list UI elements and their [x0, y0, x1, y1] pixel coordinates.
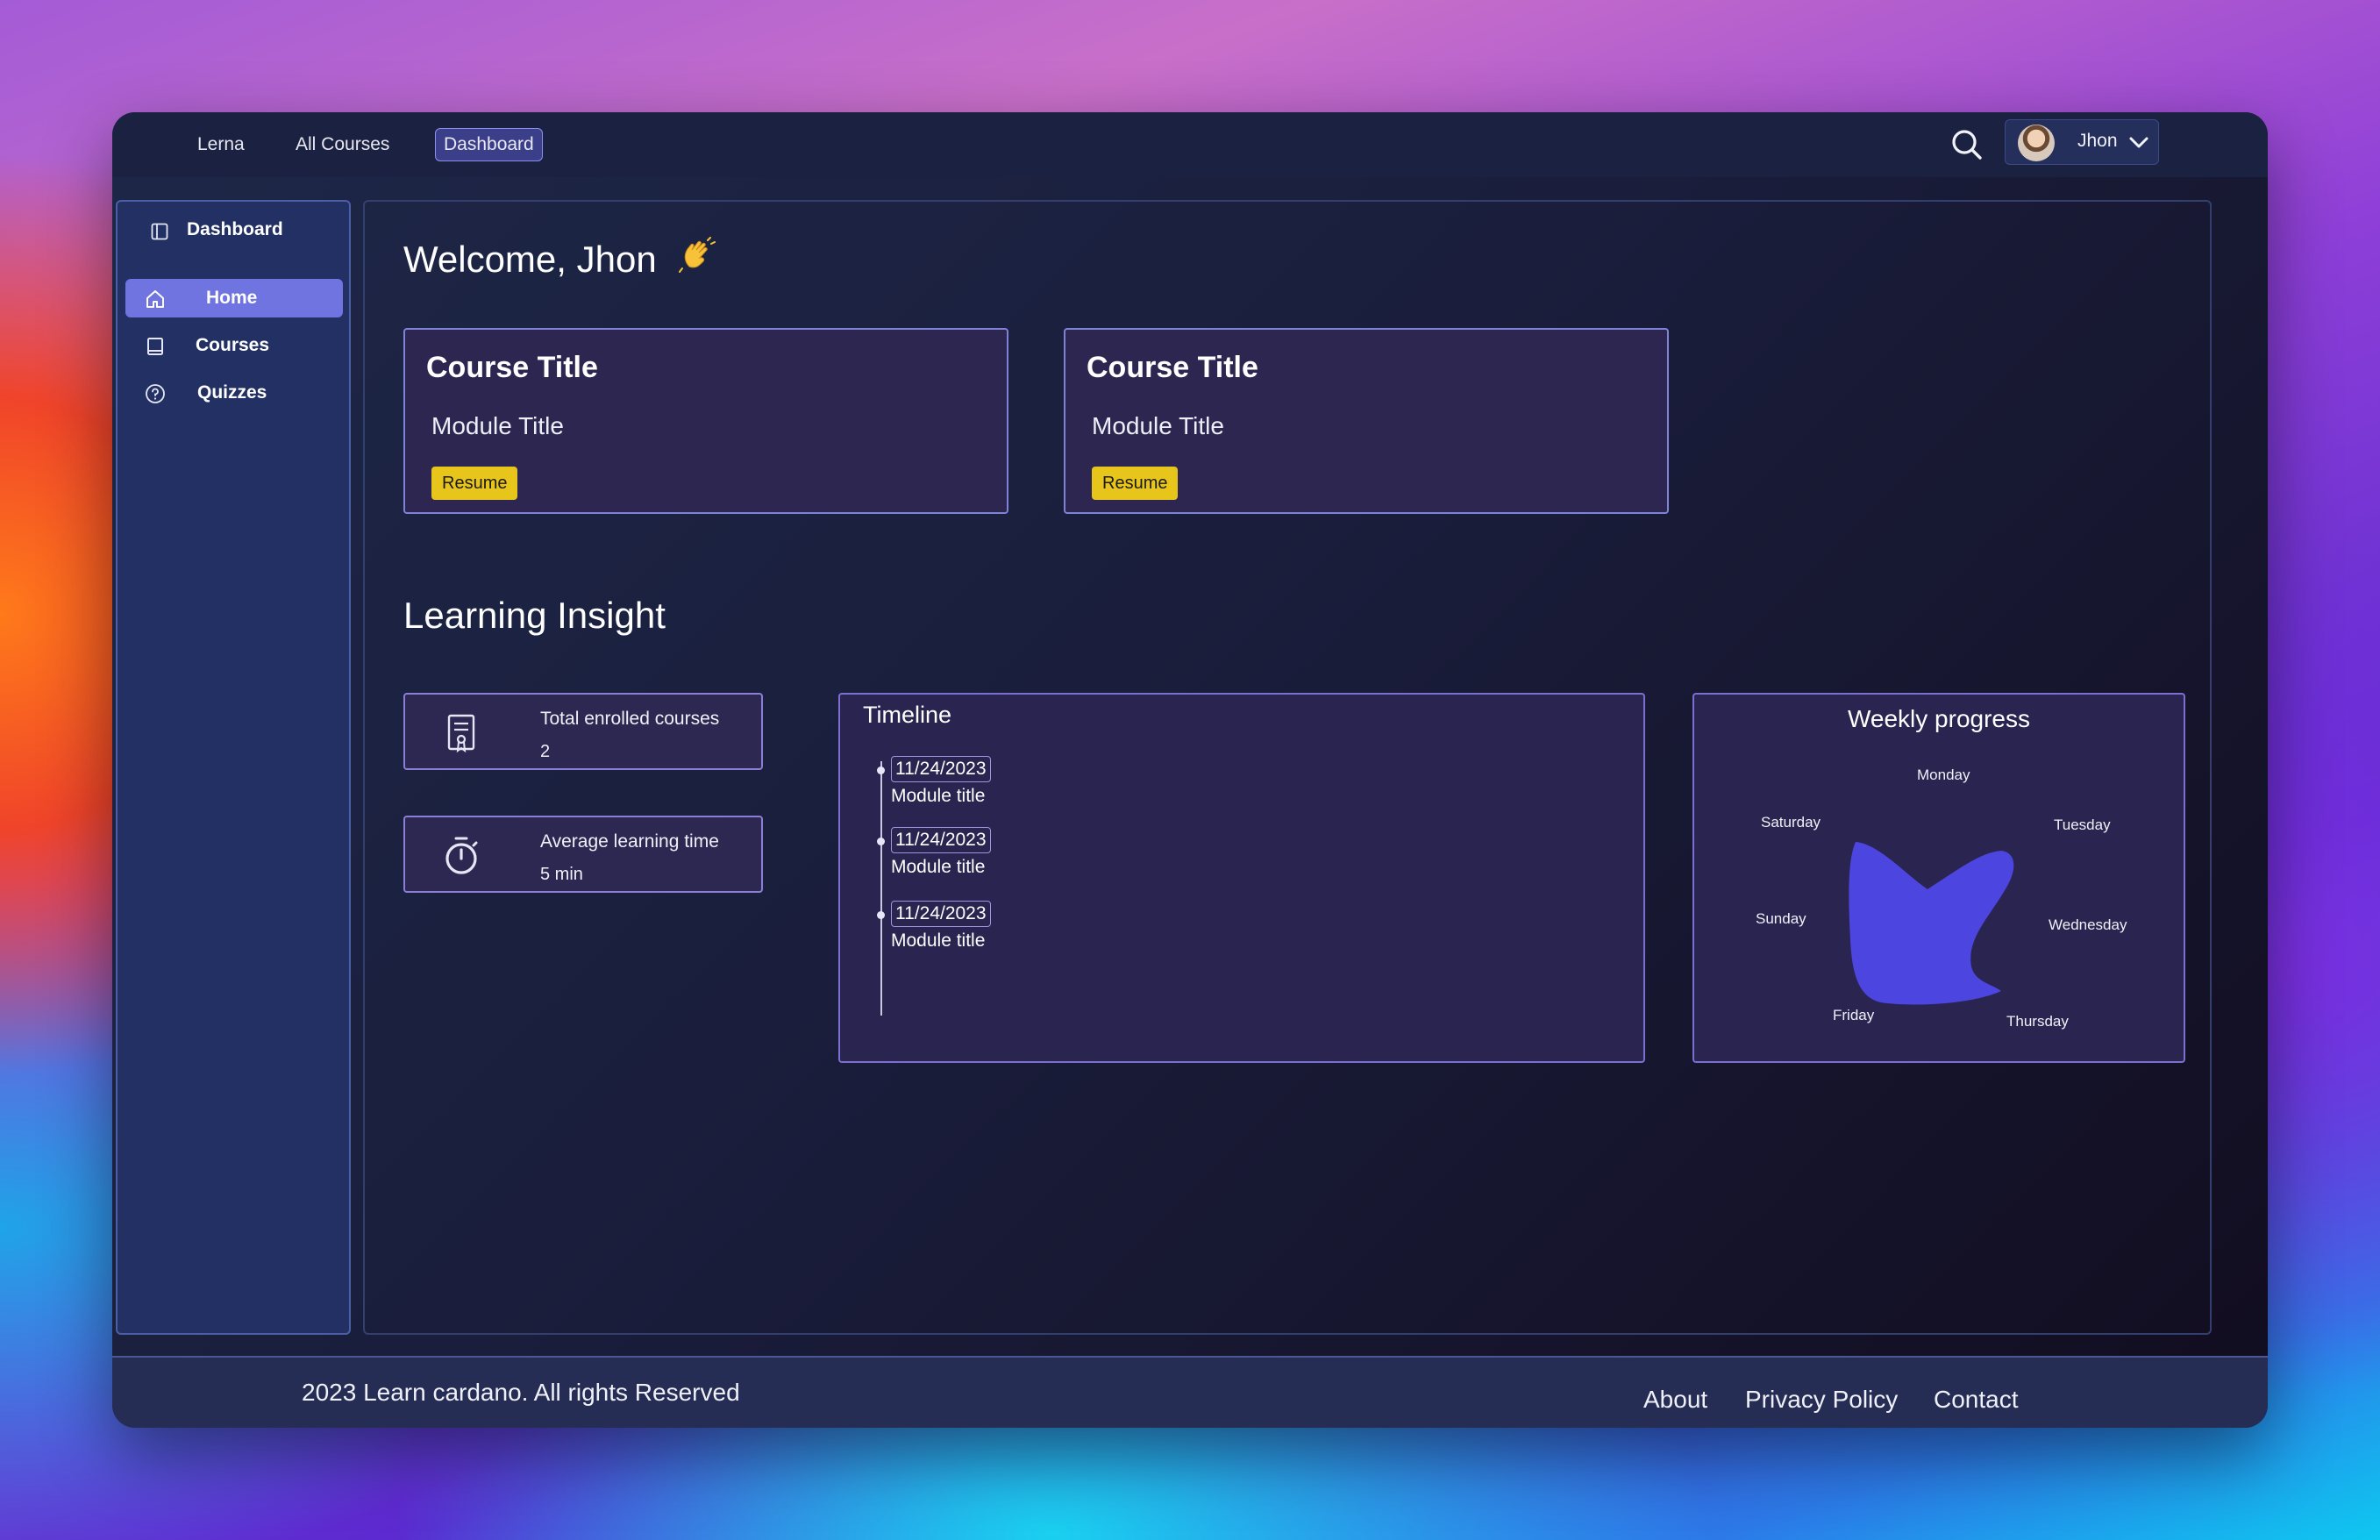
- timeline-dot: [877, 766, 885, 774]
- avatar: [2018, 125, 2055, 161]
- chevron-down-icon: [2129, 137, 2148, 148]
- sidebar-item-courses[interactable]: Courses: [125, 326, 343, 365]
- timeline-module: Module title: [891, 930, 986, 951]
- timeline-module: Module title: [891, 786, 986, 806]
- course-title: Course Title: [426, 351, 598, 384]
- stat-value: 5 min: [540, 865, 583, 884]
- nav-all-courses-link[interactable]: All Courses: [288, 128, 397, 161]
- day-label-wednesday: Wednesday: [2049, 916, 2127, 933]
- day-label-saturday: Saturday: [1761, 814, 1821, 831]
- footer: 2023 Learn cardano. All rights Reserved …: [112, 1356, 2268, 1428]
- timeline-card: Timeline 11/24/2023 Module title 11/24/2…: [838, 693, 1645, 1063]
- sidebar-item-home[interactable]: Home: [125, 279, 343, 317]
- stat-card-learning-time: Average learning time 5 min: [403, 816, 763, 893]
- top-nav: Lerna All Courses Dashboard Jhon: [112, 112, 2268, 177]
- learning-insight-heading: Learning Insight: [403, 595, 666, 636]
- main-panel: Welcome, Jhon Course Title Module Title …: [363, 200, 2212, 1335]
- stat-label: Average learning time: [540, 831, 719, 852]
- timeline-date: 11/24/2023: [891, 901, 991, 927]
- search-icon: [1952, 130, 1982, 160]
- sidebar-item-label: Quizzes: [197, 382, 267, 403]
- day-label-tuesday: Tuesday: [2054, 816, 2111, 833]
- footer-link-contact[interactable]: Contact: [1934, 1386, 2019, 1414]
- stat-value: 2: [540, 742, 551, 761]
- sidebar-panel-icon: [151, 223, 168, 240]
- waving-hand-icon: [679, 237, 716, 273]
- timeline-dot: [877, 838, 885, 845]
- timeline-line: [880, 761, 882, 1016]
- book-icon: [147, 338, 163, 355]
- sidebar-item-quizzes[interactable]: Quizzes: [125, 374, 343, 412]
- nav-brand-link[interactable]: Lerna: [189, 128, 253, 161]
- footer-link-privacy-policy[interactable]: Privacy Policy: [1745, 1386, 1898, 1414]
- certificate-icon: [447, 714, 475, 753]
- timeline-date: 11/24/2023: [891, 756, 991, 782]
- search-button[interactable]: [1949, 126, 1985, 163]
- weekly-progress-card: Weekly progress Monday Tuesday Wednesday…: [1692, 693, 2185, 1063]
- nav-dashboard-link[interactable]: Dashboard: [435, 128, 543, 161]
- day-label-thursday: Thursday: [2006, 1013, 2069, 1030]
- course-card: Course Title Module Title Resume: [403, 328, 1008, 514]
- timeline-title: Timeline: [863, 702, 952, 728]
- module-title: Module Title: [1092, 412, 1224, 439]
- sidebar-item-label: Home: [206, 288, 258, 308]
- weekly-progress-shape: [1849, 842, 2014, 1005]
- stat-card-enrolled: Total enrolled courses 2: [403, 693, 763, 770]
- timeline-date: 11/24/2023: [891, 827, 991, 853]
- weekly-progress-title: Weekly progress: [1847, 705, 2030, 732]
- question-circle-icon: [146, 384, 165, 403]
- module-title: Module Title: [431, 412, 564, 439]
- copyright-text: 2023 Learn cardano. All rights Reserved: [302, 1379, 740, 1406]
- course-title: Course Title: [1087, 351, 1258, 384]
- sidebar-title: Dashboard: [187, 219, 283, 239]
- resume-button[interactable]: Resume: [1092, 467, 1179, 500]
- course-card: Course Title Module Title Resume: [1064, 328, 1669, 514]
- stopwatch-icon: [445, 837, 478, 874]
- app-window: Lerna All Courses Dashboard Jhon Dashboa…: [112, 112, 2268, 1428]
- day-label-monday: Monday: [1917, 766, 1970, 783]
- resume-button[interactable]: Resume: [431, 467, 518, 500]
- timeline-module: Module title: [891, 857, 986, 877]
- stat-label: Total enrolled courses: [540, 709, 720, 729]
- day-label-sunday: Sunday: [1756, 910, 1806, 927]
- sidebar-item-label: Courses: [196, 335, 270, 355]
- timeline-dot: [877, 911, 885, 919]
- home-icon: [146, 290, 164, 308]
- sidebar: Dashboard Home Courses Quizzes: [116, 200, 351, 1335]
- footer-link-about[interactable]: About: [1643, 1386, 1707, 1414]
- welcome-heading: Welcome, Jhon: [403, 239, 657, 280]
- user-name: Jhon: [2077, 131, 2118, 151]
- user-menu-button[interactable]: Jhon: [2005, 119, 2159, 165]
